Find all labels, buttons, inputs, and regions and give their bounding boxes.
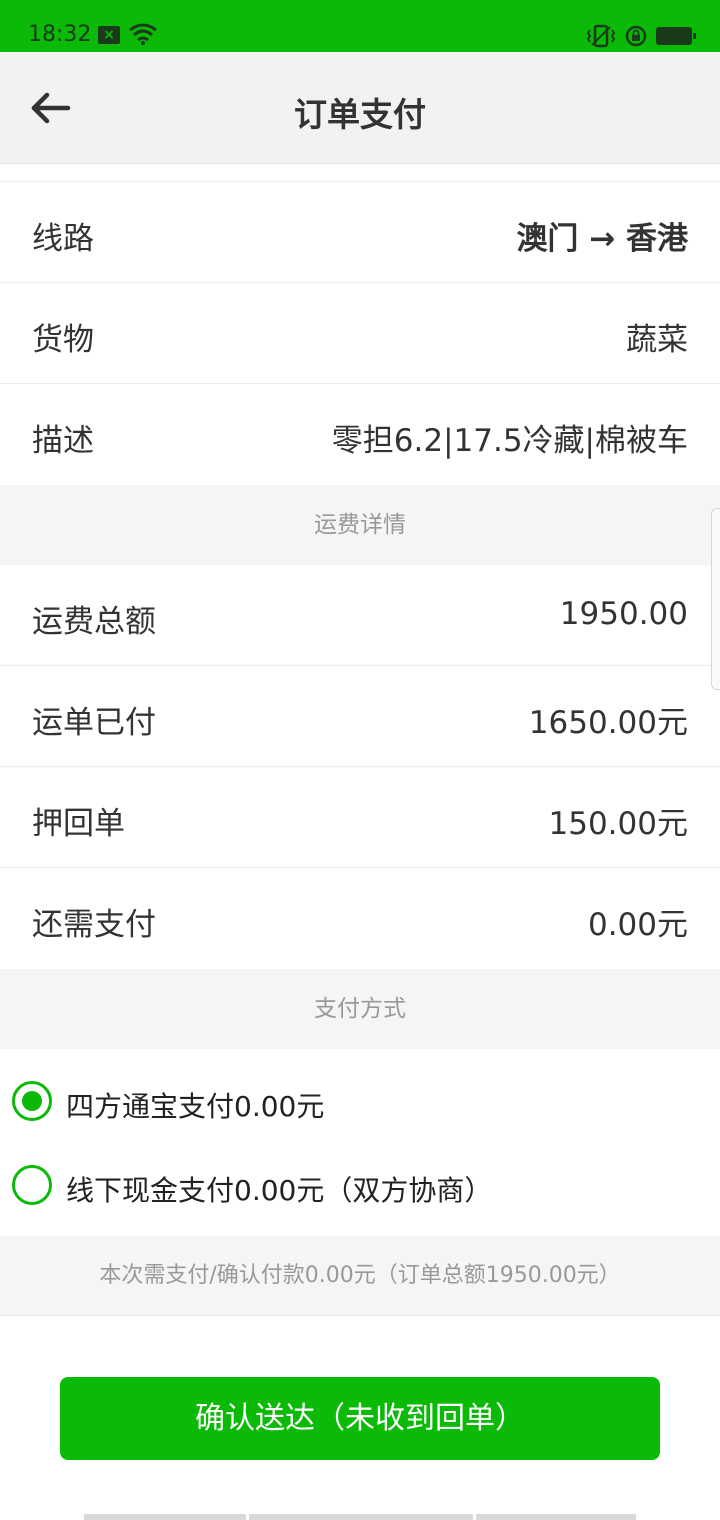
bottom-tabs-peek — [84, 1514, 636, 1520]
mail-icon: × — [98, 26, 120, 44]
paid-row: 运单已付 1650.00元 — [0, 666, 720, 767]
paid-label: 运单已付 — [32, 705, 156, 741]
receipt-deposit-row: 押回单 150.00元 — [0, 767, 720, 868]
app-header: 订单支付 — [0, 52, 720, 164]
status-icons — [586, 24, 696, 48]
payment-option-label: 线下现金支付0.00元（双方协商） — [66, 1174, 493, 1207]
cargo-row: 货物 蔬菜 — [0, 283, 720, 384]
payment-option-cash[interactable]: 线下现金支付0.00元（双方协商） — [0, 1143, 720, 1227]
route-label: 线路 — [32, 221, 94, 257]
receipt-deposit-label: 押回单 — [32, 806, 125, 842]
battery-icon — [656, 27, 696, 45]
radio-selected-icon[interactable] — [12, 1081, 52, 1121]
payment-option-sifang[interactable]: 四方通宝支付0.00元 — [0, 1059, 720, 1143]
wifi-icon — [129, 23, 157, 45]
status-time: 18:32 — [28, 22, 92, 47]
freight-total-value: 1950.00 — [559, 596, 688, 632]
route-value: 澳门 → 香港 — [516, 221, 688, 257]
remaining-row: 还需支付 0.00元 — [0, 868, 720, 969]
side-drawer-handle[interactable] — [711, 508, 720, 690]
tab-peek — [84, 1514, 246, 1520]
cargo-value: 蔬菜 — [626, 322, 688, 358]
payment-section-title: 支付方式 — [0, 969, 720, 1049]
confirm-delivery-button[interactable]: 确认送达（未收到回单） — [60, 1377, 660, 1460]
receipt-deposit-value: 150.00元 — [548, 806, 688, 842]
remaining-label: 还需支付 — [32, 907, 156, 943]
route-row: 线路 澳门 → 香港 — [0, 182, 720, 283]
cargo-label: 货物 — [32, 322, 94, 358]
freight-total-row: 运费总额 1950.00 — [0, 565, 720, 666]
rotation-lock-icon — [625, 25, 647, 47]
page-title: 订单支付 — [294, 95, 426, 134]
description-row: 描述 零担6.2|17.5冷藏|棉被车 — [0, 384, 720, 485]
vibrate-icon — [586, 24, 616, 48]
description-value: 零担6.2|17.5冷藏|棉被车 — [331, 423, 688, 459]
tab-peek — [476, 1514, 636, 1520]
tab-peek — [249, 1514, 473, 1520]
payment-summary: 本次需支付/确认付款0.00元（订单总额1950.00元） — [0, 1236, 720, 1316]
freight-section-title: 运费详情 — [0, 485, 720, 565]
freight-total-label: 运费总额 — [32, 604, 156, 640]
status-bar: 18:32 × — [0, 0, 720, 52]
remaining-value: 0.00元 — [587, 907, 688, 943]
radio-unselected-icon[interactable] — [12, 1165, 52, 1205]
description-label: 描述 — [32, 423, 94, 459]
paid-value: 1650.00元 — [528, 705, 688, 741]
payment-option-label: 四方通宝支付0.00元 — [66, 1090, 325, 1123]
